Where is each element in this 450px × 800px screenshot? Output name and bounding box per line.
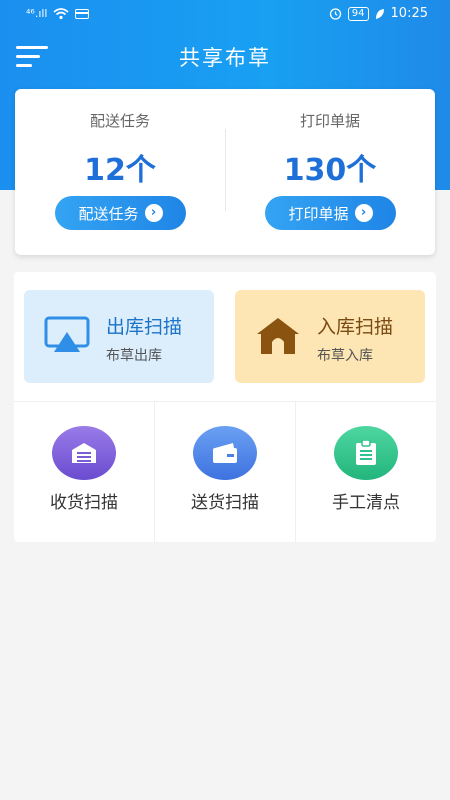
page-title: 共享布草 xyxy=(179,46,271,70)
scan-title: 入库扫描 xyxy=(317,316,394,338)
status-left: ⁴⁶.ıll xyxy=(26,7,90,20)
delivery-scan-button[interactable]: 送货扫描 xyxy=(155,401,295,542)
scan-subtitle: 布草出库 xyxy=(106,348,162,364)
outbound-scan-tile[interactable]: 出库扫描 布草出库 xyxy=(24,290,214,383)
function-grid: 出库扫描 布草出库 入库扫描 布草入库 收货扫描 送货扫描 手工清点 xyxy=(14,272,436,542)
house-icon xyxy=(257,318,299,354)
function-label: 手工清点 xyxy=(332,493,400,513)
manual-count-button[interactable]: 手工清点 xyxy=(296,401,436,542)
warehouse-icon xyxy=(52,426,116,480)
button-label: 配送任务 xyxy=(78,204,139,223)
summary-print: 打印单据 130个 打印单据 › xyxy=(225,89,435,255)
display-upload-icon xyxy=(44,316,90,352)
alarm-icon xyxy=(329,8,341,20)
status-bar: ⁴⁶.ıll 94 10:25 xyxy=(0,0,450,30)
wallet-icon xyxy=(193,426,257,480)
arrow-right-icon: › xyxy=(354,204,373,222)
clipboard-icon xyxy=(334,426,398,480)
signal-icon: ⁴⁶.ıll xyxy=(26,7,48,20)
wifi-icon xyxy=(53,7,70,19)
scan-title: 出库扫描 xyxy=(106,316,183,338)
function-label: 送货扫描 xyxy=(191,493,259,513)
receive-scan-button[interactable]: 收货扫描 xyxy=(14,401,154,542)
battery-indicator: 94 xyxy=(347,6,369,21)
inbound-scan-tile[interactable]: 入库扫描 布草入库 xyxy=(235,290,425,383)
summary-label: 配送任务 xyxy=(89,112,150,130)
leaf-icon xyxy=(375,8,384,19)
print-receipt-button[interactable]: 打印单据 › xyxy=(265,196,396,230)
summary-delivery: 配送任务 12个 配送任务 › xyxy=(15,89,225,255)
summary-card: 配送任务 12个 配送任务 › 打印单据 130个 打印单据 › xyxy=(15,89,435,255)
delivery-task-button[interactable]: 配送任务 › xyxy=(55,196,186,230)
summary-value: 12个 xyxy=(84,153,156,188)
scan-subtitle: 布草入库 xyxy=(317,348,373,364)
summary-value: 130个 xyxy=(283,153,377,188)
arrow-right-icon: › xyxy=(144,204,163,222)
clock: 10:25 xyxy=(390,6,428,21)
button-label: 打印单据 xyxy=(288,204,349,223)
function-label: 收货扫描 xyxy=(50,493,118,513)
summary-label: 打印单据 xyxy=(299,112,360,130)
card-icon xyxy=(75,8,90,19)
top-bar: 共享布草 xyxy=(0,38,450,78)
status-right: 94 10:25 xyxy=(329,6,428,21)
